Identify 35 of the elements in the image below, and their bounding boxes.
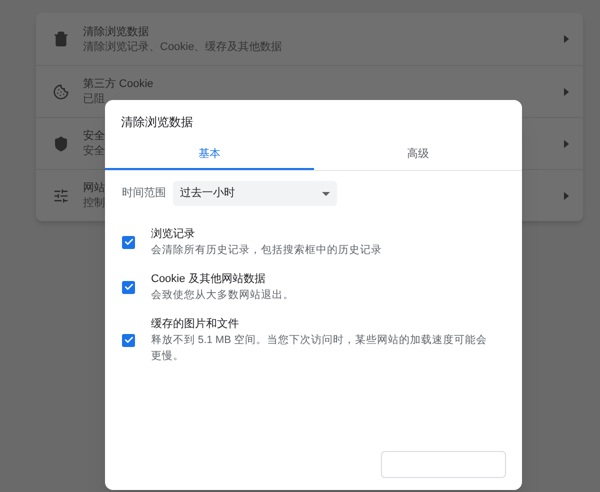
row-subtitle: 控制 [83, 196, 105, 211]
time-range-dropdown[interactable]: 过去一小时 [173, 181, 337, 206]
dialog-title: 清除浏览数据 [121, 114, 194, 131]
settings-row[interactable]: 清除浏览数据 清除浏览记录、Cookie、缓存及其他数据 [36, 13, 583, 65]
checkbox[interactable] [122, 236, 135, 248]
option-description: 会清除所有历史记录，包括搜索框中的历史记录 [151, 243, 383, 258]
row-title: 清除浏览数据 [83, 24, 149, 40]
option-title: 缓存的图片和文件 [151, 316, 240, 332]
check-icon [124, 335, 134, 345]
arrow-icon [564, 35, 569, 43]
option-description: 释放不到 5.1 MB 空间。当您下次访问时，某些网站的加载速度可能会更慢。 [151, 333, 488, 364]
arrow-icon [564, 140, 569, 148]
shield-icon [53, 136, 69, 152]
row-subtitle: 已阻 [83, 92, 105, 107]
checkbox[interactable] [122, 334, 135, 346]
check-icon [124, 282, 134, 292]
caret-icon [322, 192, 330, 196]
sliders-icon [53, 188, 69, 204]
row-subtitle: 安全 [83, 144, 105, 159]
tab[interactable]: 基本 [105, 140, 314, 170]
time-range-label: 时间范围 [122, 186, 166, 202]
row-title: 第三方 Cookie [83, 76, 154, 92]
option-title: 浏览记录 [151, 226, 196, 242]
tab[interactable]: 高级 [314, 140, 522, 170]
row-title: 安全 [83, 128, 105, 144]
checkbox[interactable] [122, 280, 135, 294]
cookie-icon [53, 84, 69, 100]
arrow-icon [564, 88, 569, 96]
check-icon [124, 237, 134, 247]
option-title: Cookie 及其他网站数据 [151, 272, 266, 287]
row-subtitle: 清除浏览记录、Cookie、缓存及其他数据 [83, 40, 282, 54]
trash-icon [53, 31, 69, 47]
row-title: 网站 [83, 181, 105, 196]
arrow-icon [564, 192, 569, 200]
option-description: 会致使您从大多数网站退出。 [151, 288, 295, 303]
